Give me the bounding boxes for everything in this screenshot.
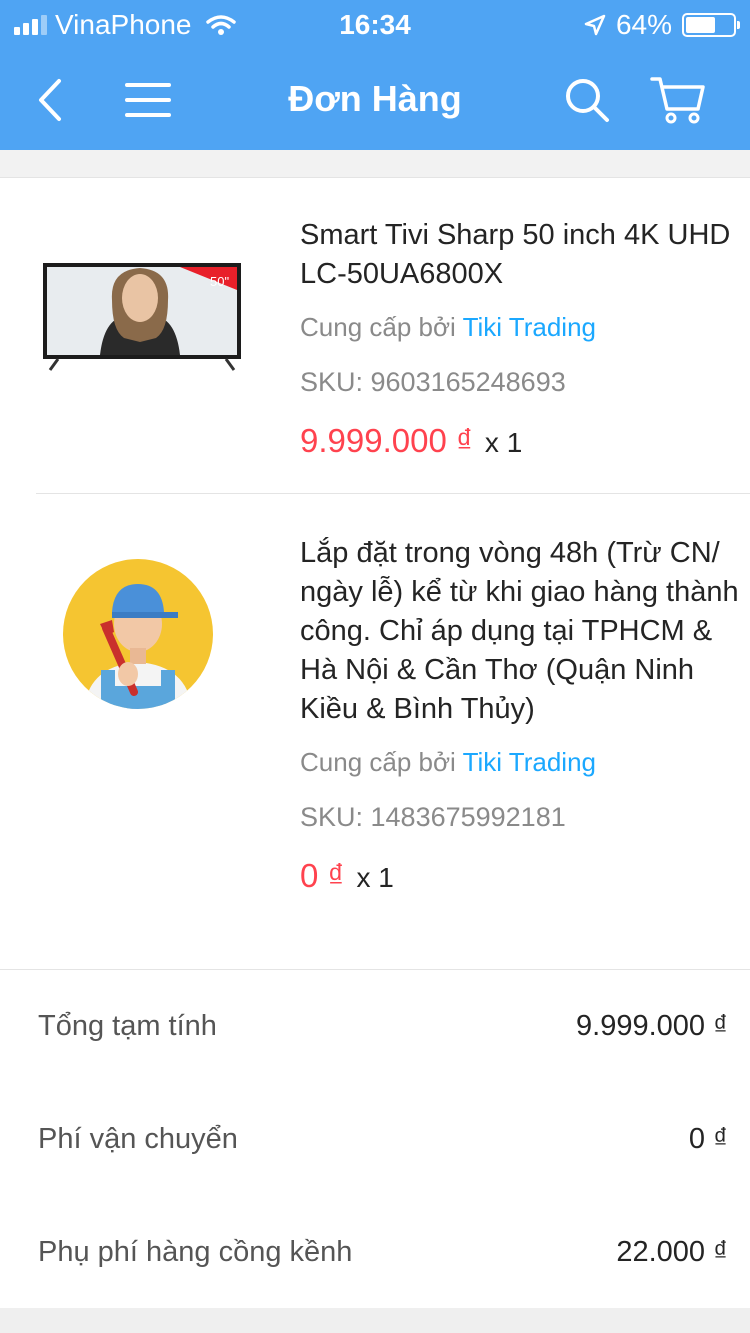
order-item[interactable]: Lắp đặt trong vòng 48h (Trừ CN/ ngày lễ)…: [0, 494, 750, 969]
product-quantity: x 1: [484, 427, 523, 458]
provider-line: Cung cấp bởi Tiki Trading: [300, 312, 740, 343]
product-name[interactable]: Lắp đặt trong vòng 48h (Trừ CN/ ngày lễ)…: [300, 534, 740, 729]
tv-product-image: 50": [43, 263, 241, 371]
nav-bar: Đơn Hàng: [0, 50, 750, 150]
search-button[interactable]: [557, 70, 617, 130]
summary-value: 9.999.000 ₫: [576, 1010, 728, 1042]
price-line: 9.999.000 ₫ x 1: [300, 422, 740, 460]
provider-prefix: Cung cấp bởi: [300, 747, 463, 777]
tv-size-badge: 50": [210, 274, 229, 289]
summary-bulky-fee-row: Phụ phí hàng cồng kềnh 22.000 ₫: [38, 1236, 728, 1269]
provider-link[interactable]: Tiki Trading: [463, 312, 596, 342]
summary-label: Tổng tạm tính: [38, 1010, 217, 1042]
top-bar: VinaPhone 16:34 64% Đơn Hàng: [0, 0, 750, 150]
order-item[interactable]: 50" Smart Tivi Sharp 50 inch 4K UHD LC-5…: [0, 180, 750, 494]
product-quantity: x 1: [356, 862, 394, 893]
search-icon: [566, 79, 609, 122]
cart-icon: [650, 77, 705, 124]
product-price: 9.999.000 ₫: [300, 422, 473, 459]
summary-divider: [0, 969, 750, 970]
page-title: Đơn Hàng: [288, 78, 462, 119]
bottom-gap: [0, 1308, 750, 1333]
location-icon: [584, 14, 606, 36]
product-name[interactable]: Smart Tivi Sharp 50 inch 4K UHD LC-50UA6…: [300, 216, 740, 294]
price-line: 0 ₫ x 1: [300, 857, 740, 895]
product-price: 0 ₫: [300, 857, 345, 894]
battery-icon: [682, 13, 740, 37]
summary-label: Phí vận chuyển: [38, 1123, 238, 1155]
provider-prefix: Cung cấp bởi: [300, 312, 463, 342]
provider-line: Cung cấp bởi Tiki Trading: [300, 747, 740, 778]
summary-value: 22.000 ₫: [616, 1236, 728, 1268]
product-sku: SKU: 9603165248693: [300, 367, 566, 397]
summary-value: 0 ₫: [688, 1123, 728, 1155]
summary-label: Phụ phí hàng cồng kềnh: [38, 1236, 353, 1268]
summary-subtotal-row: Tổng tạm tính 9.999.000 ₫: [38, 1010, 728, 1043]
cart-button[interactable]: [648, 70, 708, 130]
provider-link[interactable]: Tiki Trading: [463, 747, 596, 777]
section-gap: [0, 150, 750, 178]
installer-service-image: [63, 559, 213, 709]
summary-shipping-row: Phí vận chuyển 0 ₫: [38, 1123, 728, 1156]
product-sku: SKU: 1483675992181: [300, 802, 566, 832]
battery-percent: 64%: [615, 9, 672, 40]
status-bar: VinaPhone 16:34 64%: [0, 0, 750, 50]
